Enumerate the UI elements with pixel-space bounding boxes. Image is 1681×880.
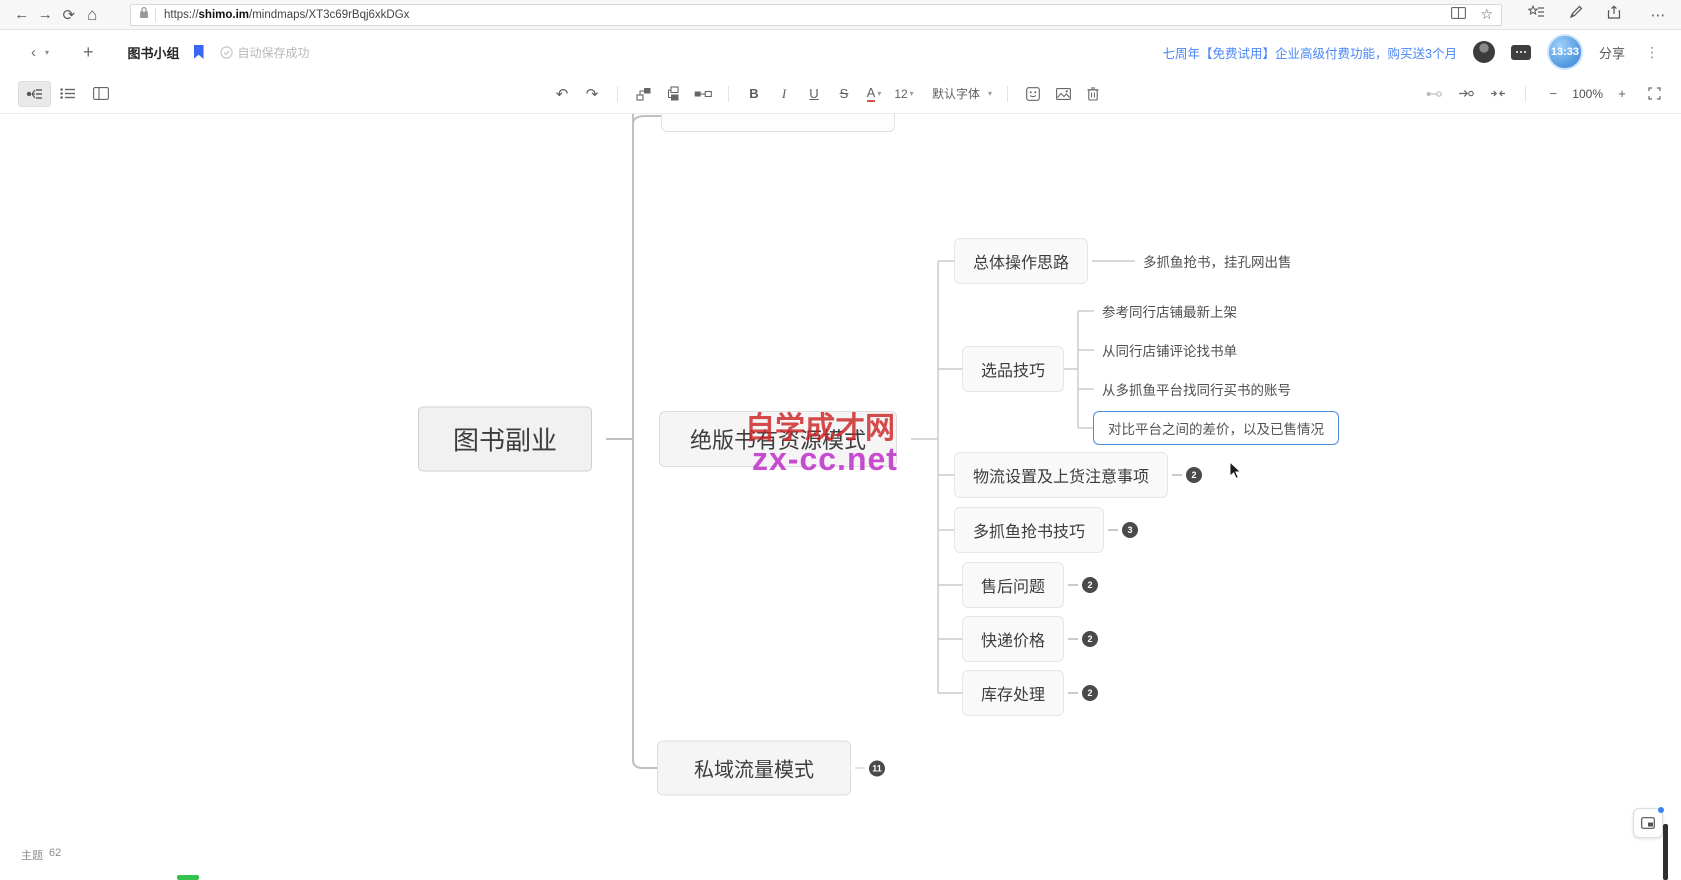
- insert-subtopic-icon[interactable]: [630, 81, 656, 107]
- connector-stub: [1068, 692, 1078, 694]
- collapsed-count-badge[interactable]: 2: [1082, 685, 1098, 701]
- bold-button[interactable]: B: [741, 81, 767, 107]
- zoom-out-button[interactable]: −: [1540, 81, 1566, 107]
- sticker-icon[interactable]: [1020, 81, 1046, 107]
- browser-refresh-icon[interactable]: ⟳: [61, 3, 77, 27]
- outline-view-button[interactable]: [51, 81, 84, 107]
- topic-count-status: 主题62: [21, 847, 61, 863]
- notification-dot: [1658, 807, 1664, 813]
- recording-clock-badge: 13:33: [1547, 34, 1583, 70]
- node-inventory[interactable]: 库存处理: [962, 670, 1064, 716]
- connector-stub: [1172, 474, 1182, 476]
- annotate-pen-icon[interactable]: [1569, 5, 1583, 24]
- underline-button[interactable]: U: [801, 81, 827, 107]
- node-picking-skills[interactable]: 选品技巧: [962, 346, 1064, 392]
- video-progress-remnant: [177, 875, 199, 880]
- browser-chrome: ← → ⟳ ⌂ https://shimo.im/mindmaps/XT3c69…: [0, 0, 1681, 30]
- zoom-level[interactable]: 100%: [1572, 87, 1603, 101]
- collapsed-count-badge[interactable]: 2: [1082, 577, 1098, 593]
- doc-back-button[interactable]: ‹: [26, 44, 41, 61]
- browser-more-icon[interactable]: ⋯: [1645, 3, 1671, 27]
- mindmap-view-button[interactable]: [18, 81, 51, 107]
- italic-button[interactable]: I: [771, 81, 797, 107]
- scrollbar-thumb[interactable]: [1663, 824, 1668, 880]
- expand-level-icon[interactable]: [1453, 81, 1479, 107]
- mouse-cursor: [1229, 461, 1242, 485]
- autosave-status: 自动保存成功: [220, 44, 310, 61]
- branch-node-oop-books[interactable]: 绝版书有资源模式: [659, 411, 897, 467]
- header-more-icon[interactable]: ⋮: [1641, 44, 1663, 61]
- strikethrough-button[interactable]: S: [831, 81, 857, 107]
- fullscreen-icon[interactable]: [1641, 81, 1667, 107]
- favorite-star-icon[interactable]: ☆: [1480, 6, 1493, 23]
- bookmark-icon[interactable]: [194, 45, 204, 59]
- branch-node-private-traffic[interactable]: 私域流量模式: [657, 741, 851, 796]
- url-text: https://shimo.im/mindmaps/XT3c69rBqj6xkD…: [164, 9, 1451, 21]
- font-size-select[interactable]: 12▾: [891, 81, 917, 107]
- minimap-toggle-button[interactable]: [1633, 808, 1663, 838]
- collapsed-count-badge[interactable]: 3: [1122, 522, 1138, 538]
- insert-relation-icon[interactable]: [690, 81, 716, 107]
- insert-sibling-topic-icon[interactable]: [660, 81, 686, 107]
- promo-banner-link[interactable]: 七周年【免费试用】企业高级付费功能，购买送3个月: [1163, 43, 1457, 62]
- new-doc-button[interactable]: +: [75, 42, 102, 63]
- doc-back-caret-icon[interactable]: ▾: [41, 48, 53, 57]
- offscreen-node[interactable]: [661, 114, 895, 132]
- address-bar[interactable]: https://shimo.im/mindmaps/XT3c69rBqj6xkD…: [130, 4, 1502, 26]
- mindmap-canvas[interactable]: 图书副业 绝版书有资源模式 私域流量模式 11 总体操作思路 多抓鱼抢书，挂孔网…: [0, 114, 1681, 880]
- collapse-branch-icon[interactable]: [1421, 81, 1447, 107]
- connector-stub: [1108, 529, 1118, 531]
- app-header: ‹ ▾ + 图书小组 自动保存成功 七周年【免费试用】企业高级付费功能，购买送3…: [0, 30, 1681, 74]
- connector-stub: [1068, 638, 1078, 640]
- font-family-select[interactable]: 默认字体▾: [929, 81, 995, 107]
- browser-home-icon[interactable]: ⌂: [85, 3, 101, 27]
- insert-image-icon[interactable]: [1050, 81, 1076, 107]
- node-shipping-price[interactable]: 快递价格: [962, 616, 1064, 662]
- fit-content-icon[interactable]: [1485, 81, 1511, 107]
- split-view-button[interactable]: [84, 81, 117, 107]
- node-picking-child-1[interactable]: 参考同行店铺最新上架: [1102, 301, 1237, 321]
- zoom-in-button[interactable]: +: [1609, 81, 1635, 107]
- font-color-button[interactable]: A▾: [861, 81, 887, 107]
- delete-node-icon[interactable]: [1080, 81, 1106, 107]
- favorites-hub-icon[interactable]: [1528, 5, 1545, 24]
- check-circle-icon: [220, 46, 233, 59]
- collapsed-count-badge[interactable]: 11: [869, 760, 885, 776]
- connector-stub: [1068, 584, 1078, 586]
- share-button[interactable]: 分享: [1599, 43, 1625, 62]
- collapsed-count-badge[interactable]: 2: [1082, 631, 1098, 647]
- lock-icon: [139, 6, 149, 24]
- node-picking-child-4-selected[interactable]: 对比平台之间的差价，以及已售情况: [1093, 411, 1339, 445]
- node-overall-approach-child[interactable]: 多抓鱼抢书，挂孔网出售: [1143, 251, 1292, 271]
- share-icon[interactable]: [1607, 5, 1621, 24]
- format-toolbar: ↶ ↷ B I U S A▾ 12▾ 默认字体▾: [0, 74, 1681, 114]
- undo-button[interactable]: ↶: [549, 81, 575, 107]
- root-node[interactable]: 图书副业: [418, 407, 592, 472]
- node-overall-approach[interactable]: 总体操作思路: [954, 238, 1088, 284]
- reading-mode-icon[interactable]: [1451, 6, 1466, 24]
- node-logistics[interactable]: 物流设置及上货注意事项: [954, 452, 1168, 498]
- redo-button[interactable]: ↷: [579, 81, 605, 107]
- address-divider: [155, 8, 156, 22]
- connector-stub: [855, 767, 865, 769]
- avatar[interactable]: [1473, 41, 1495, 63]
- collapsed-count-badge[interactable]: 2: [1186, 467, 1202, 483]
- node-picking-child-3[interactable]: 从多抓鱼平台找同行买书的账号: [1102, 379, 1291, 399]
- comment-icon[interactable]: [1511, 45, 1531, 60]
- node-grab-book-skills[interactable]: 多抓鱼抢书技巧: [954, 507, 1104, 553]
- browser-forward-icon[interactable]: →: [38, 3, 54, 27]
- node-aftersales[interactable]: 售后问题: [962, 562, 1064, 608]
- node-picking-child-2[interactable]: 从同行店铺评论找书单: [1102, 340, 1237, 360]
- document-title[interactable]: 图书小组: [128, 43, 180, 62]
- browser-back-icon[interactable]: ←: [14, 3, 30, 27]
